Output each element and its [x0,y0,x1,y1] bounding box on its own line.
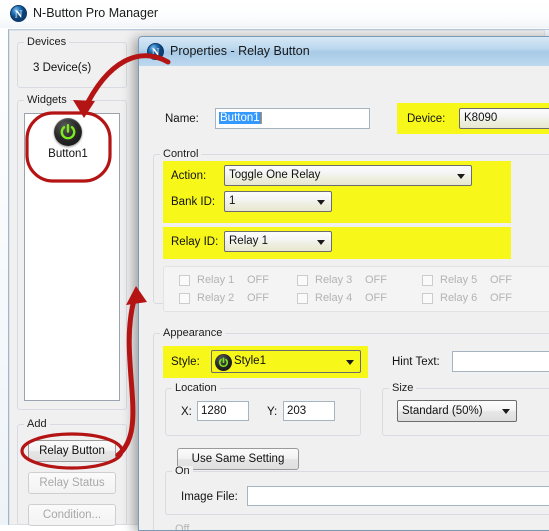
chevron-down-icon [457,173,465,179]
relay-2-label: Relay 2 [197,292,235,304]
name-label: Name: [165,113,199,125]
off-group-legend: Off [172,524,193,530]
relay-3-checkbox [297,275,308,286]
dialog-body: Name: Button1 Device: K8090 Control Acti… [139,66,549,530]
power-button-icon [215,354,232,371]
location-group-legend: Location [172,383,220,394]
chevron-down-icon [502,409,510,414]
action-value: Toggle One Relay [229,169,321,181]
relay-status-box: Relay 1 OFF Relay 2 OFF Relay 3 OFF Rela… [163,266,549,312]
relay-3-state: OFF [365,274,387,286]
relay-1-label: Relay 1 [197,274,235,286]
device-combobox[interactable]: K8090 [459,108,549,129]
add-relay-status-button: Relay Status [28,472,116,494]
dialog-title: Properties - Relay Button [170,44,310,58]
add-condition-button: Condition... [28,504,116,526]
relay-4-state: OFF [365,292,387,304]
add-group-legend: Add [24,419,50,430]
relay-2-checkbox [179,293,190,304]
action-combobox[interactable]: Toggle One Relay [224,165,472,186]
size-combobox[interactable]: Standard (50%) [397,400,517,422]
dialog-titlebar[interactable]: N Properties - Relay Button [139,37,549,67]
relay-4-label: Relay 4 [315,292,353,304]
use-same-setting-button[interactable]: Use Same Setting [177,448,299,470]
svg-text:N: N [15,10,23,21]
list-item-label: Button1 [48,148,88,160]
add-relay-button[interactable]: Relay Button [28,440,116,462]
main-window-titlebar[interactable]: N N-Button Pro Manager [0,0,549,28]
style-combobox[interactable]: Style1 [211,350,361,373]
widgets-group-legend: Widgets [24,95,70,106]
location-y-label: Y: [267,406,278,418]
location-x-input[interactable]: 1280 [197,401,249,421]
name-input-value: Button1 [219,112,261,124]
bank-id-combobox[interactable]: 1 [224,191,332,212]
relay-5-label: Relay 5 [440,274,478,286]
svg-text:N: N [152,48,160,59]
location-x-label: X: [181,406,192,418]
list-item[interactable]: Button1 [33,118,103,168]
appearance-group-legend: Appearance [160,328,226,339]
n-logo-icon: N [10,5,27,22]
power-button-icon [54,118,82,146]
location-x-value: 1280 [201,405,227,417]
chevron-down-icon [317,239,325,245]
relay-5-checkbox [422,275,433,286]
chevron-down-icon [346,359,354,365]
relay-1-state: OFF [247,274,269,286]
chevron-down-icon [317,199,325,205]
devices-group-legend: Devices [24,37,70,48]
relay-1-checkbox [179,275,190,286]
style-label: Style: [171,356,200,368]
properties-dialog: N Properties - Relay Button Name: Button… [138,36,549,531]
relay-6-label: Relay 6 [440,292,478,304]
action-label: Action: [171,170,207,182]
device-label: Device: [407,113,446,125]
location-y-input[interactable]: 203 [283,401,335,421]
relay-4-checkbox [297,293,308,304]
devices-count-label: 3 Device(s) [33,62,92,74]
on-group-legend: On [172,466,193,477]
relay-id-combobox[interactable]: Relay 1 [224,231,332,252]
relay-id-label: Relay ID: [171,236,219,248]
size-group-legend: Size [389,383,417,394]
main-window-title: N-Button Pro Manager [33,6,159,20]
size-value: Standard (50%) [402,405,483,417]
relay-6-state: OFF [490,292,512,304]
location-y-value: 203 [287,405,307,417]
hint-text-input[interactable] [452,351,549,372]
bank-id-label: Bank ID: [171,196,216,208]
on-image-file-input[interactable] [247,486,549,506]
relay-id-value: Relay 1 [229,235,268,247]
on-image-file-label: Image File: [181,491,238,503]
bank-id-value: 1 [229,195,236,207]
n-logo-icon: N [147,43,164,60]
device-value: K8090 [464,112,498,124]
name-input[interactable]: Button1 [215,108,370,129]
control-group-legend: Control [160,149,202,160]
relay-3-label: Relay 3 [315,274,353,286]
relay-5-state: OFF [490,274,512,286]
relay-6-checkbox [422,293,433,304]
hint-text-label: Hint Text: [392,356,440,368]
style-value: Style1 [234,355,266,367]
relay-2-state: OFF [247,292,269,304]
